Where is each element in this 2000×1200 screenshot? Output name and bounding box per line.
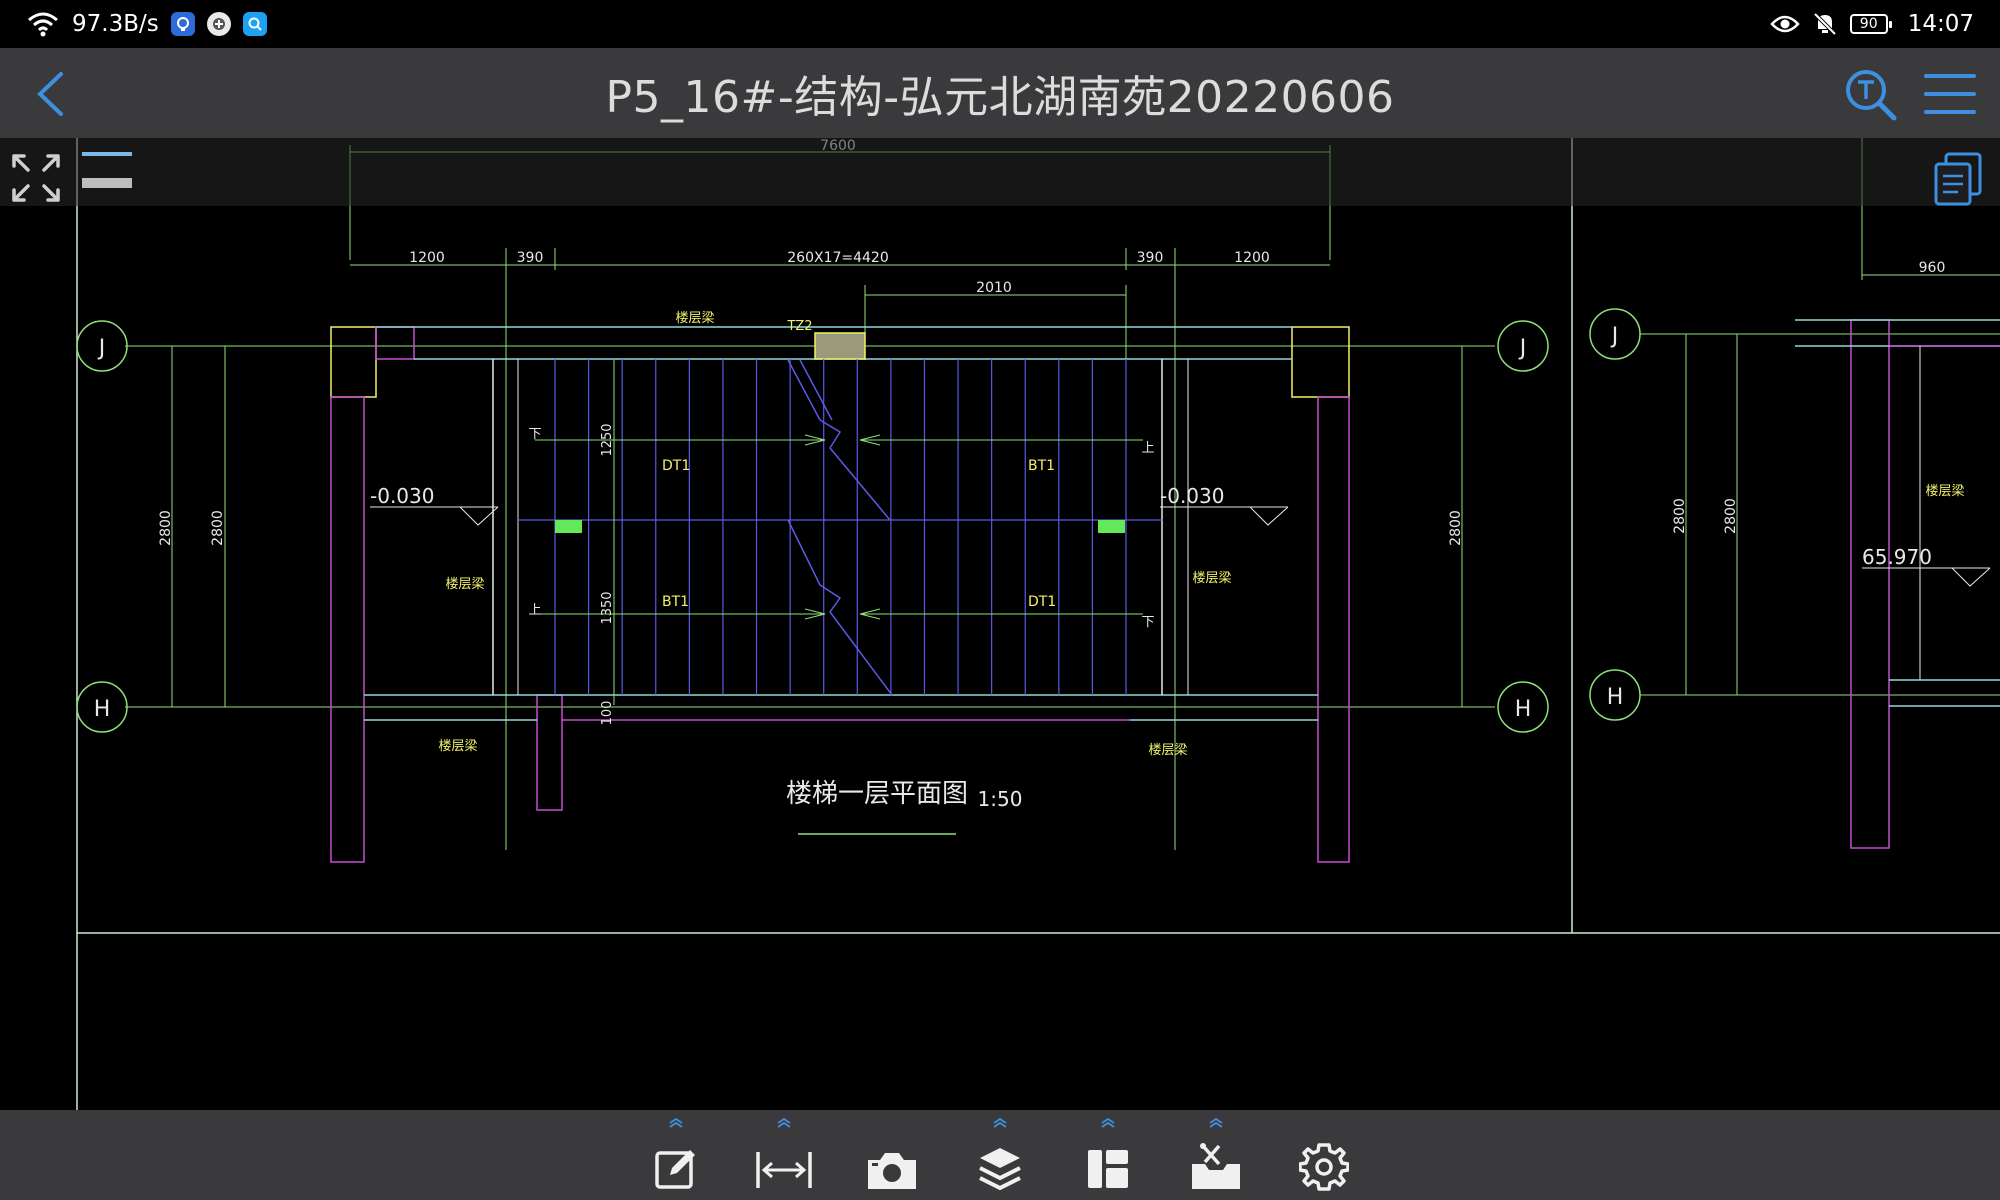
axis-h-r2: H (1607, 685, 1624, 710)
fullscreen-button[interactable] (10, 152, 62, 204)
axis-j-left: J (97, 336, 106, 361)
dim-390-right: 390 (1137, 250, 1164, 266)
menu-button[interactable] (1922, 68, 1978, 120)
bottom-toolbar (0, 1110, 2000, 1200)
dim-2800-b: 2800 (210, 510, 226, 546)
wifi-icon (28, 12, 58, 37)
mute-bell-icon (1813, 12, 1837, 36)
clock: 14:07 (1907, 11, 1974, 37)
label-down-1: 下 (528, 427, 541, 442)
label-up-2: 上 (528, 603, 541, 618)
toolbox-icon (1192, 1143, 1240, 1189)
status-bar: 97.3B/s 90 14:07 (0, 0, 2000, 48)
label-beam-bottom-right: 楼层梁 (1148, 743, 1187, 758)
chevron-up-icon (993, 1118, 1007, 1128)
text-search-icon (1846, 70, 1897, 121)
chevron-up-icon (669, 1118, 683, 1128)
measure-distance-icon (756, 1152, 812, 1188)
label-beam-right: 楼层梁 (1192, 571, 1231, 586)
dim-2800-r2b: 2800 (1723, 498, 1739, 534)
hamburger-menu-icon (1924, 74, 1976, 114)
label-dt1-top: DT1 (662, 458, 690, 474)
layout-button[interactable] (1076, 1118, 1140, 1192)
drawing-list-button[interactable] (1932, 152, 1984, 206)
axis-h-left: H (94, 697, 111, 722)
thin-line-option[interactable] (82, 152, 132, 156)
dim-1200-right: 1200 (1234, 250, 1270, 266)
label-beam-top: 楼层梁 (675, 311, 714, 326)
axis-j-r2: J (1610, 324, 1619, 349)
annotate-button[interactable] (644, 1118, 708, 1192)
label-dt1-bottom: DT1 (1028, 594, 1056, 610)
layers-button[interactable] (968, 1118, 1032, 1192)
drawing-overlay-strip (0, 138, 2000, 206)
gear-icon (1299, 1143, 1349, 1191)
text-search-button[interactable] (1842, 66, 1900, 124)
dim-960: 960 (1919, 260, 1946, 276)
dim-390-left: 390 (517, 250, 544, 266)
dim-2800-a: 2800 (158, 510, 174, 546)
expand-icon (12, 154, 60, 202)
label-up-1: 上 (1141, 441, 1154, 456)
battery-icon: 90 (1849, 14, 1892, 34)
layout-icon (1088, 1150, 1128, 1188)
label-tz2: TZ2 (786, 319, 812, 334)
measure-button[interactable] (752, 1118, 816, 1192)
camera-icon (868, 1153, 916, 1189)
cad-drawing[interactable]: 7600 1200 390 260X17=4420 390 1200 2010 (0, 138, 2000, 1110)
edit-note-icon (655, 1150, 695, 1189)
axis-h-right: H (1515, 697, 1532, 722)
page-title: P5_16#-结构-弘元北湖南苑20220606 (605, 72, 1395, 123)
dim-1200-left: 1200 (409, 250, 445, 266)
title-bar: P5_16#-结构-弘元北湖南苑20220606 (0, 48, 2000, 138)
label-beam-bottom-left: 楼层梁 (438, 739, 477, 754)
dim-2010: 2010 (976, 280, 1012, 296)
thick-line-option[interactable] (82, 178, 132, 188)
dim-treads: 260X17=4420 (787, 250, 889, 266)
plan-title: 楼梯一层平面图 (786, 779, 968, 809)
label-down-2: 下 (1141, 615, 1154, 630)
chevron-up-icon (777, 1118, 791, 1128)
camera-button[interactable] (860, 1118, 924, 1192)
label-beam-left: 楼层梁 (445, 577, 484, 592)
label-bt1-bottom: BT1 (662, 594, 689, 610)
dim-2800-right: 2800 (1448, 510, 1464, 546)
drawing-canvas[interactable]: 7600 1200 390 260X17=4420 390 1200 2010 (0, 138, 2000, 1110)
search-app-icon (242, 12, 267, 36)
layers-icon (979, 1148, 1021, 1191)
dim-100: 100 (600, 701, 615, 726)
dim-2800-r2a: 2800 (1672, 498, 1688, 534)
network-speed: 97.3B/s (72, 11, 159, 37)
level-left: -0.030 (370, 484, 434, 508)
settings-button[interactable] (1292, 1118, 1356, 1192)
level-r2: 65.970 (1862, 545, 1932, 569)
status-left: 97.3B/s (0, 11, 267, 37)
documents-icon (1934, 152, 1982, 206)
axis-j-right: J (1518, 336, 1527, 361)
dim-1350: 1350 (600, 591, 615, 624)
app-notification-icon (170, 12, 195, 36)
label-beam-r2: 楼层梁 (1925, 484, 1964, 499)
app-notification-icon (206, 12, 231, 36)
toolbox-button[interactable] (1184, 1118, 1248, 1192)
eye-icon (1769, 15, 1800, 33)
dim-1250: 1250 (600, 423, 615, 456)
label-bt1-top: BT1 (1028, 458, 1055, 474)
chevron-up-icon (1209, 1118, 1223, 1128)
line-weight-toggle[interactable] (82, 152, 134, 192)
chevron-up-icon (1101, 1118, 1115, 1128)
plan-scale: 1:50 (978, 787, 1023, 811)
status-right: 90 14:07 (1769, 11, 2000, 37)
level-right: -0.030 (1160, 484, 1224, 508)
